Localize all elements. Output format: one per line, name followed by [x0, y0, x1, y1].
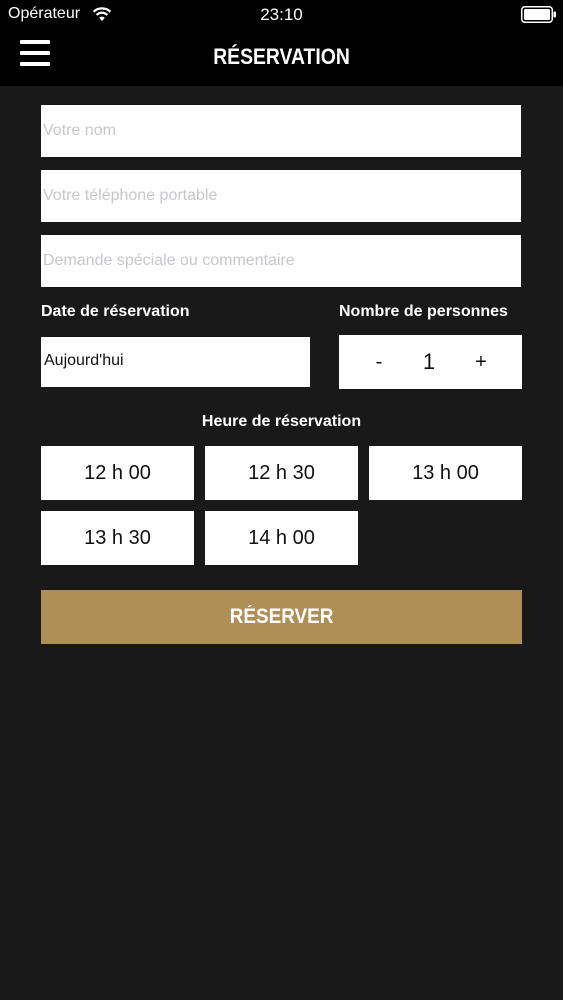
- guests-stepper: - 1 +: [339, 335, 522, 389]
- date-picker-field[interactable]: Aujourd'hui: [41, 337, 310, 387]
- reserve-button-label: RÉSERVER: [229, 605, 334, 628]
- time-slot-button[interactable]: 13 h 00: [369, 446, 522, 500]
- page-title: RÉSERVATION: [213, 44, 350, 69]
- time-slot-button[interactable]: 12 h 30: [205, 446, 358, 500]
- status-bar: Opérateur 23:10: [0, 0, 563, 30]
- date-label: Date de réservation: [41, 303, 190, 320]
- time-slot-button[interactable]: 12 h 00: [41, 446, 194, 500]
- comment-input[interactable]: [41, 235, 521, 287]
- increment-guests-button[interactable]: +: [453, 335, 509, 389]
- guests-label: Nombre de personnes: [339, 303, 508, 320]
- status-time: 23:10: [260, 5, 303, 24]
- nav-bar: RÉSERVATION: [0, 30, 563, 86]
- name-input[interactable]: [41, 105, 521, 157]
- guests-count: 1: [422, 349, 436, 374]
- time-slot-button[interactable]: 14 h 00: [205, 511, 358, 565]
- phone-input[interactable]: [41, 170, 521, 222]
- battery-icon: [521, 6, 556, 23]
- time-label: Heure de réservation: [201, 413, 362, 430]
- reserve-button[interactable]: RÉSERVER: [41, 590, 522, 644]
- time-slot-button[interactable]: 13 h 30: [41, 511, 194, 565]
